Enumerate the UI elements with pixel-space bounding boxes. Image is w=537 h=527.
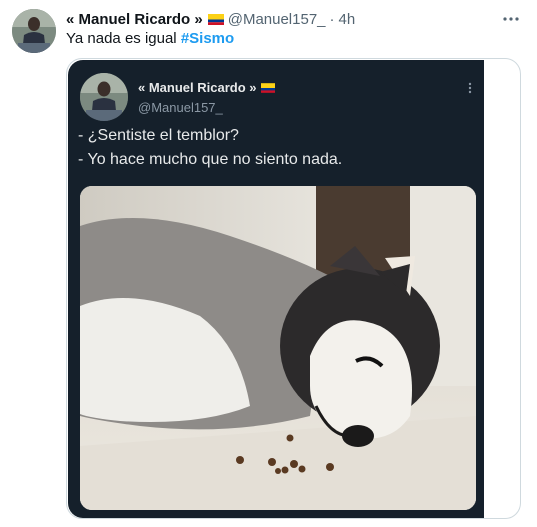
embedded-line-2: - Yo hace mucho que no siento nada.: [78, 151, 343, 168]
sleeping-dog-illustration: [80, 186, 476, 510]
embedded-author-handle: @Manuel157_: [138, 100, 223, 115]
meme-photo: [80, 186, 476, 510]
tweet[interactable]: « Manuel Ricardo » @Manuel157_ · 4h Ya n…: [0, 0, 537, 527]
embedded-tweet-card: « Manuel Ricardo » @Manuel157_ - ¿Sentis…: [68, 60, 484, 518]
more-vertical-icon: [462, 80, 478, 96]
tweet-text-body: Ya nada es igual: [66, 30, 181, 47]
avatar-photo: [12, 9, 56, 53]
embedded-avatar-photo: [80, 73, 128, 121]
author-handle[interactable]: @Manuel157_: [228, 11, 326, 28]
hashtag-link[interactable]: #Sismo: [181, 30, 234, 47]
embedded-header: « Manuel Ricardo »: [138, 80, 279, 95]
embedded-line-1: - ¿Sentiste el temblor?: [78, 127, 239, 144]
more-horizontal-icon[interactable]: [501, 9, 521, 29]
author-name[interactable]: « Manuel Ricardo »: [66, 11, 203, 28]
embedded-author-name: « Manuel Ricardo »: [138, 80, 257, 95]
author-avatar[interactable]: [12, 9, 56, 53]
embedded-avatar: [80, 73, 128, 121]
embedded-screenshot[interactable]: « Manuel Ricardo » @Manuel157_ - ¿Sentis…: [66, 58, 521, 519]
colombia-flag-icon: [207, 13, 224, 25]
separator-dot: ·: [329, 10, 335, 28]
tweet-timestamp[interactable]: 4h: [339, 11, 356, 28]
colombia-flag-icon: [261, 82, 276, 93]
tweet-text: Ya nada es igual #Sismo: [66, 29, 234, 49]
embedded-tweet-text: - ¿Sentiste el temblor? - Yo hace mucho …: [78, 124, 342, 172]
tweet-header: « Manuel Ricardo » @Manuel157_ · 4h: [66, 9, 355, 29]
